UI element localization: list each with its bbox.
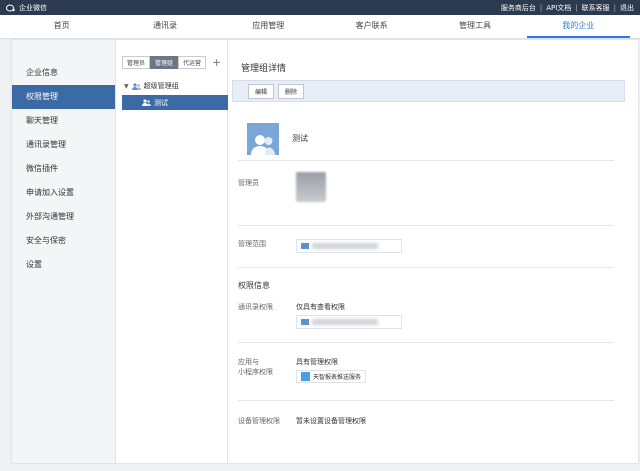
link-separator: | xyxy=(539,3,543,12)
admin-label: 管理员 xyxy=(238,179,259,187)
app-permission-label: 应用与 小程序权限 xyxy=(238,357,296,400)
page-title: 管理组详情 xyxy=(241,64,287,74)
device-permission-row: 设备管理权限 暂未设置设备管理权限 xyxy=(238,401,614,441)
admin-avatar[interactable] xyxy=(296,172,326,202)
brand: 企业微信 xyxy=(6,3,47,13)
nav-customer-contact[interactable]: 客户联系 xyxy=(320,15,423,38)
link-contact-support[interactable]: 联系客服 xyxy=(582,3,610,13)
nav-contacts[interactable]: 通讯录 xyxy=(113,15,216,38)
tab-admins[interactable]: 管理员 xyxy=(122,56,151,69)
sidebar-item-settings[interactable]: 设置 xyxy=(12,253,115,277)
link-logout[interactable]: 退出 xyxy=(620,3,634,13)
group-avatar-icon xyxy=(251,134,275,155)
edit-button[interactable]: 编辑 xyxy=(248,83,275,99)
link-provider-console[interactable]: 服务商后台 xyxy=(501,3,536,13)
top-links: 服务商后台 | API文档 | 联系客服 | 退出 xyxy=(501,3,634,13)
tree-node-super-admin[interactable]: ▼ 超级管理组 xyxy=(122,81,227,91)
group-avatar xyxy=(247,122,279,155)
delete-button[interactable]: 删除 xyxy=(278,83,305,99)
device-permission-value: 暂未设置设备管理权限 xyxy=(296,417,366,425)
caret-down-icon[interactable]: ▼ xyxy=(124,83,129,90)
main-panel: 企业信息 权限管理 聊天管理 通讯录管理 微信插件 申请加入设置 外部沟通管理 … xyxy=(11,39,639,464)
sidebar-item-permissions[interactable]: 权限管理 xyxy=(12,85,115,109)
group-tree-panel: 管理员 管理组 代运营 + ▼ 超级管理组 测试 xyxy=(116,40,228,463)
admin-row: 管理员 xyxy=(238,161,614,226)
department-name-redacted xyxy=(312,319,378,325)
nav-home[interactable]: 首页 xyxy=(10,15,113,38)
sidebar-item-security[interactable]: 安全与保密 xyxy=(12,229,115,253)
app-permission-text: 具有管理权限 xyxy=(296,358,338,366)
contacts-permission-text: 仅具有查看权限 xyxy=(296,303,345,311)
sidebar-item-chat-management[interactable]: 聊天管理 xyxy=(12,109,115,133)
sidebar-item-wechat-plugin[interactable]: 微信插件 xyxy=(12,157,115,181)
add-group-button[interactable]: + xyxy=(212,57,221,68)
group-icon xyxy=(142,99,151,106)
app-permission-row: 应用与 小程序权限 具有管理权限 天智报表推送服务 xyxy=(238,343,614,401)
app-permission-value: 具有管理权限 天智报表推送服务 xyxy=(296,357,614,400)
brand-name: 企业微信 xyxy=(19,3,47,12)
link-separator: | xyxy=(575,3,578,12)
scope-label: 管理范围 xyxy=(238,240,266,248)
group-detail-panel: 管理组详情 编辑 删除 测试 管理员 管理范围 权限信息 通讯录权限 仅具有查看… xyxy=(228,40,638,463)
tree-node-label: 超级管理组 xyxy=(143,82,179,90)
folder-icon xyxy=(301,243,309,249)
tab-admin-groups[interactable]: 管理组 xyxy=(150,56,179,69)
nav-my-enterprise[interactable]: 我的企业 xyxy=(526,15,630,38)
link-separator: | xyxy=(613,3,616,12)
tree-node-label: 测试 xyxy=(154,98,168,107)
group-name: 测试 xyxy=(292,134,308,143)
sidebar: 企业信息 权限管理 聊天管理 通讯录管理 微信插件 申请加入设置 外部沟通管理 … xyxy=(12,40,116,463)
tab-agency[interactable]: 代运营 xyxy=(178,56,207,69)
group-icon xyxy=(131,82,141,90)
contacts-permission-value: 仅具有查看权限 xyxy=(296,302,614,342)
admin-value xyxy=(296,172,614,225)
app-permission-label-line1: 应用与 xyxy=(238,358,259,366)
section-title-permissions: 权限信息 xyxy=(238,281,270,290)
nav-management-tools[interactable]: 管理工具 xyxy=(423,15,526,38)
app-permission-label-line2: 小程序权限 xyxy=(238,368,273,376)
main-nav: 首页 通讯录 应用管理 客户联系 管理工具 我的企业 xyxy=(0,15,640,39)
wecom-logo-icon xyxy=(6,4,15,11)
department-name-redacted xyxy=(312,243,378,249)
scope-value xyxy=(296,239,614,267)
sidebar-item-contacts-management[interactable]: 通讯录管理 xyxy=(12,133,115,157)
nav-app-management[interactable]: 应用管理 xyxy=(217,15,320,38)
scope-row: 管理范围 xyxy=(238,226,614,268)
link-api-docs[interactable]: API文档 xyxy=(546,3,571,13)
sidebar-item-join-settings[interactable]: 申请加入设置 xyxy=(12,181,115,205)
contacts-permission-row: 通讯录权限 仅具有查看权限 xyxy=(238,298,614,343)
contacts-permission-label: 通讯录权限 xyxy=(238,303,273,311)
folder-icon xyxy=(301,319,309,325)
app-name: 天智报表推送服务 xyxy=(313,374,362,381)
app-icon xyxy=(301,372,310,381)
sidebar-item-external-communication[interactable]: 外部沟通管理 xyxy=(12,205,115,229)
sidebar-item-enterprise-info[interactable]: 企业信息 xyxy=(12,61,115,85)
app-chip[interactable]: 天智报表推送服务 xyxy=(296,370,367,383)
contacts-department-chip xyxy=(296,315,402,329)
device-permission-label: 设备管理权限 xyxy=(238,417,280,425)
tree-tabs: 管理员 管理组 代运营 + xyxy=(122,56,227,69)
action-bar: 编辑 删除 xyxy=(232,80,625,102)
scope-department-chip xyxy=(296,239,402,253)
group-header: 测试 xyxy=(238,102,614,161)
top-bar: 企业微信 服务商后台 | API文档 | 联系客服 | 退出 xyxy=(0,0,640,15)
tree-node-test[interactable]: 测试 xyxy=(122,95,228,110)
